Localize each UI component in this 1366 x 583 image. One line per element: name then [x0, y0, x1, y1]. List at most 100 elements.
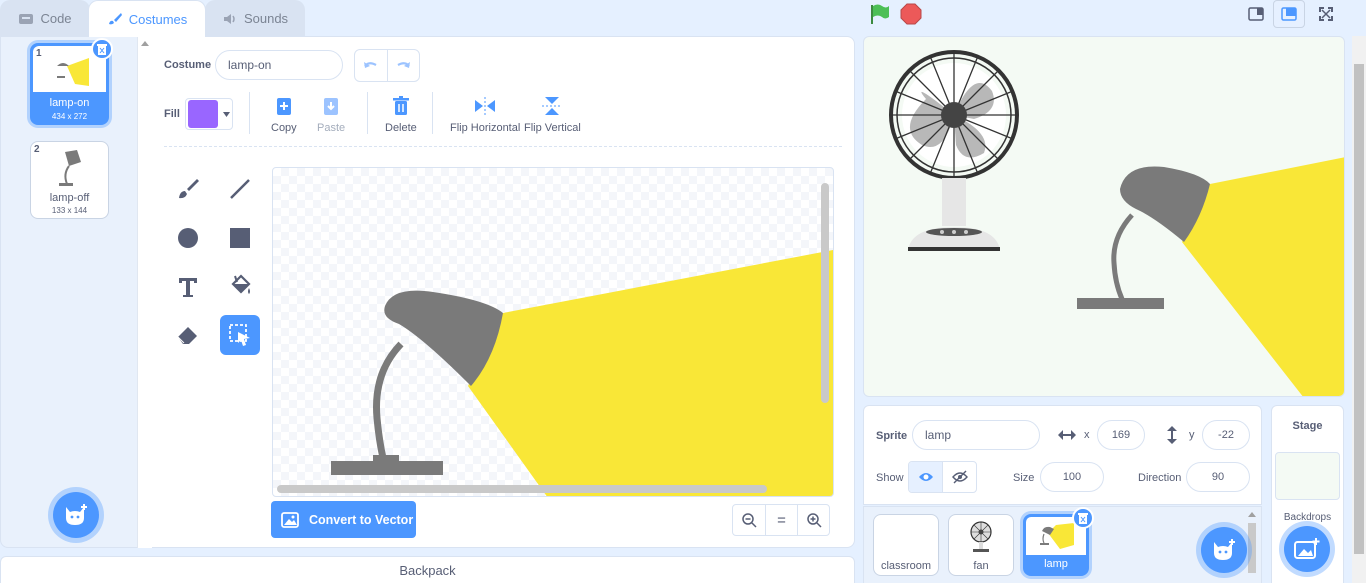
undo-icon: [363, 61, 377, 68]
scroll-up-arrow-icon[interactable]: [1248, 511, 1256, 517]
lamp-thumb-icon: [1040, 523, 1074, 549]
rectangle-tool[interactable]: [220, 218, 260, 258]
speaker-icon: [223, 13, 235, 24]
delete-sprite-button[interactable]: [1072, 507, 1094, 529]
lamp-sprite: [1077, 157, 1344, 396]
text-icon: [179, 278, 197, 297]
fullscreen-button[interactable]: [1310, 0, 1342, 28]
zoom-out-icon: [742, 513, 757, 528]
direction-label: Direction: [1138, 472, 1182, 484]
green-flag-icon[interactable]: [868, 3, 890, 25]
undo-redo-group: [354, 49, 420, 82]
select-tool[interactable]: [220, 315, 260, 355]
brush-icon: [179, 179, 199, 199]
line-icon: [230, 179, 250, 199]
costume-item-lamp-off[interactable]: 2 lamp-off 133 x 144: [30, 141, 109, 219]
sprite-name: fan: [973, 560, 989, 572]
x-label: x: [1084, 429, 1090, 441]
convert-to-vector-button[interactable]: Convert to Vector: [271, 501, 416, 538]
choose-sprite-button[interactable]: [1201, 527, 1247, 573]
large-stage-button[interactable]: [1273, 0, 1305, 28]
image-icon: [281, 511, 299, 528]
sprite-tile-fan[interactable]: fan: [948, 514, 1014, 576]
cat-plus-icon: [66, 504, 87, 525]
direction-input[interactable]: 90: [1186, 462, 1250, 492]
fill-tool[interactable]: [220, 267, 260, 307]
y-input[interactable]: -22: [1202, 420, 1250, 450]
fill-color-swatch: [188, 100, 218, 128]
copy-label: Copy: [271, 122, 297, 134]
eraser-tool[interactable]: [168, 315, 208, 355]
hide-button[interactable]: [943, 462, 976, 492]
zoom-in-button[interactable]: [797, 505, 829, 535]
horizontal-arrows-icon: [1058, 430, 1076, 440]
backpack-bar[interactable]: Backpack: [0, 556, 855, 583]
lamp-off-thumb-icon: [59, 150, 81, 186]
page-scrollbar-thumb[interactable]: [1354, 64, 1364, 554]
delete-button[interactable]: Delete: [385, 96, 417, 134]
code-icon: [19, 13, 34, 24]
costume-number: 2: [34, 144, 40, 155]
zoom-in-icon: [806, 513, 822, 528]
size-input[interactable]: 100: [1040, 462, 1104, 492]
costume-list-scrollbar[interactable]: [137, 36, 152, 548]
paint-canvas[interactable]: [272, 167, 834, 497]
sprite-tile-classroom[interactable]: classroom: [873, 514, 939, 576]
fill-color-picker[interactable]: [185, 98, 233, 130]
line-tool[interactable]: [220, 169, 260, 209]
tab-code-label: Code: [40, 11, 72, 26]
sprite-label: Sprite: [876, 430, 908, 442]
brush-tool[interactable]: [168, 169, 208, 209]
sprite-name-input[interactable]: lamp: [912, 420, 1040, 450]
flip-horizontal-icon: [475, 97, 496, 115]
large-stage-icon: [1281, 7, 1297, 21]
canvas-vertical-scrollbar[interactable]: [821, 183, 829, 403]
stop-sign-icon[interactable]: [900, 3, 922, 25]
eye-icon: [918, 473, 933, 481]
page-scrollbar[interactable]: [1352, 36, 1366, 583]
delete-costume-button[interactable]: [91, 38, 113, 60]
zoom-out-button[interactable]: [733, 505, 765, 535]
undo-button[interactable]: [355, 50, 388, 81]
canvas-horizontal-scrollbar[interactable]: [277, 485, 767, 493]
paste-button[interactable]: Paste: [317, 96, 345, 134]
flip-vertical-icon: [542, 97, 563, 115]
sprite-list-scrollbar[interactable]: [1248, 523, 1256, 573]
copy-button[interactable]: Copy: [271, 96, 297, 134]
x-input[interactable]: 169: [1097, 420, 1145, 450]
circle-tool[interactable]: [168, 218, 208, 258]
show-button[interactable]: [909, 462, 943, 492]
trash-icon: [392, 96, 409, 115]
dropdown-caret-icon: [223, 111, 230, 117]
stage-title: Stage: [1292, 420, 1323, 432]
tab-costumes-label: Costumes: [128, 11, 188, 27]
zoom-controls: =: [732, 504, 830, 536]
vertical-arrows-icon: [1167, 426, 1177, 444]
tab-sounds[interactable]: Sounds: [205, 0, 305, 36]
stage-canvas[interactable]: [863, 36, 1345, 397]
visibility-toggle: [908, 461, 977, 493]
redo-icon: [397, 61, 411, 68]
redo-button[interactable]: [388, 50, 420, 81]
divider: [367, 92, 368, 134]
choose-backdrop-button[interactable]: [1284, 526, 1330, 572]
fan-thumb-icon: [970, 521, 992, 552]
fill-label: Fill: [164, 108, 180, 120]
tab-costumes[interactable]: Costumes: [88, 0, 206, 37]
text-tool[interactable]: [168, 267, 208, 307]
backdrop-thumbnail: [1275, 452, 1340, 500]
divider: [249, 92, 250, 134]
costume-name-input[interactable]: lamp-on: [215, 50, 343, 80]
costume-name: lamp-on: [49, 97, 90, 109]
brush-icon: [108, 13, 122, 25]
zoom-reset-button[interactable]: =: [765, 505, 797, 535]
stage-scene: [889, 50, 1344, 396]
flip-vertical-button[interactable]: Flip Vertical: [524, 96, 581, 134]
trash-icon: [1078, 513, 1088, 524]
flip-horizontal-button[interactable]: Flip Horizontal: [450, 96, 520, 134]
flip-horizontal-label: Flip Horizontal: [450, 122, 521, 134]
fan-sprite: [889, 50, 1019, 251]
small-stage-button[interactable]: [1240, 0, 1272, 28]
tab-code[interactable]: Code: [0, 0, 90, 36]
choose-costume-button[interactable]: [53, 492, 99, 538]
